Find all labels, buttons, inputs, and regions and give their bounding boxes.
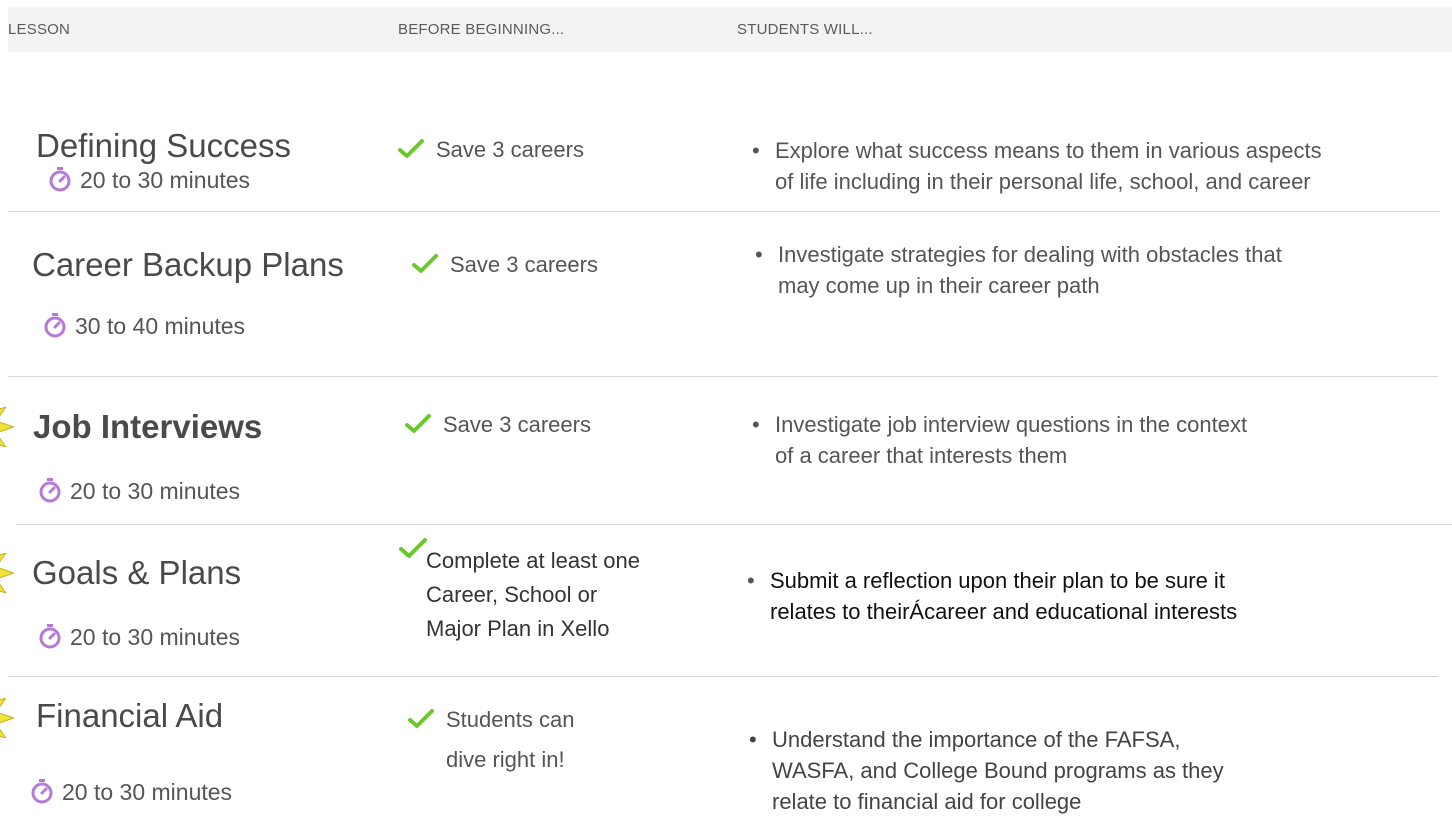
- check-icon: [399, 538, 427, 558]
- outcome: • Explore what success means to them in …: [752, 135, 1322, 197]
- lesson-duration: 20 to 30 minutes: [31, 779, 233, 806]
- outcome-line: relates to theirÁcareer and educational …: [770, 599, 1238, 624]
- stopwatch-icon: [39, 478, 61, 503]
- lesson-title[interactable]: Career Backup Plans: [32, 246, 344, 284]
- star-icon: [0, 698, 14, 738]
- lesson-title[interactable]: Job Interviews: [33, 408, 262, 446]
- prereq: Save 3 careers: [405, 408, 591, 442]
- row-divider: [8, 676, 1438, 677]
- outcome-line: Submit a reflection upon their plan to b…: [770, 568, 1225, 593]
- prereq-line: Complete at least one: [426, 548, 641, 573]
- outcome-line: relate to financial aid for college: [772, 789, 1082, 814]
- stopwatch-icon: [39, 624, 61, 649]
- stopwatch-icon: [44, 313, 66, 338]
- outcome: • Submit a reflection upon their plan to…: [747, 565, 1238, 627]
- outcome: • Investigate job interview questions in…: [752, 409, 1248, 471]
- prereq: Save 3 careers: [412, 248, 598, 282]
- prereq-text: Save 3 careers: [436, 137, 584, 162]
- row-divider: [8, 376, 1438, 377]
- duration-text: 20 to 30 minutes: [80, 167, 251, 193]
- prereq-text: Save 3 careers: [450, 252, 598, 277]
- lesson-title[interactable]: Financial Aid: [36, 697, 223, 735]
- row-divider: [17, 524, 1452, 525]
- prereq: Complete at least one Career, School or …: [426, 544, 640, 646]
- duration-text: 30 to 40 minutes: [75, 313, 246, 339]
- table-header: LESSON BEFORE BEGINNING... STUDENTS WILL…: [8, 7, 1452, 52]
- stopwatch-icon: [49, 167, 71, 192]
- prereq-line: Students can: [446, 707, 575, 732]
- star-icon: [0, 553, 14, 593]
- outcome-line: Investigate strategies for dealing with …: [778, 242, 1282, 267]
- stopwatch-icon: [31, 779, 53, 804]
- lesson-title[interactable]: Goals & Plans: [32, 554, 241, 592]
- outcome-line: may come up in their career path: [778, 273, 1100, 298]
- outcome-line: Understand the importance of the FAFSA,: [772, 727, 1181, 752]
- prereq-line: Major Plan in Xello: [426, 616, 610, 641]
- check-icon: [398, 139, 424, 158]
- bullet-icon: •: [752, 138, 760, 163]
- lesson-duration: 20 to 30 minutes: [39, 624, 241, 651]
- outcome: • Understand the importance of the FAFSA…: [749, 724, 1224, 817]
- outcome-line: Investigate job interview questions in t…: [775, 412, 1248, 437]
- duration-text: 20 to 30 minutes: [62, 779, 233, 805]
- bullet-icon: •: [747, 568, 755, 593]
- bullet-icon: •: [755, 242, 763, 267]
- outcome: • Investigate strategies for dealing wit…: [755, 239, 1282, 301]
- prereq: Students can dive right in!: [408, 700, 575, 780]
- lesson-duration: 30 to 40 minutes: [44, 313, 246, 340]
- bullet-icon: •: [749, 727, 757, 752]
- lesson-duration: 20 to 30 minutes: [39, 478, 241, 505]
- duration-text: 20 to 30 minutes: [70, 624, 241, 650]
- prereq-line: dive right in!: [446, 747, 565, 772]
- check-icon: [408, 709, 434, 728]
- prereq-line: Career, School or: [426, 582, 598, 607]
- star-icon: [0, 407, 14, 447]
- row-divider: [8, 211, 1440, 212]
- outcome-line: of life including in their personal life…: [775, 169, 1311, 194]
- prereq: Save 3 careers: [398, 133, 584, 167]
- header-lesson: LESSON: [8, 21, 71, 38]
- header-students-will: STUDENTS WILL...: [737, 21, 873, 38]
- header-before-beginning: BEFORE BEGINNING...: [398, 21, 565, 38]
- check-icon: [412, 254, 438, 273]
- duration-text: 20 to 30 minutes: [70, 478, 241, 504]
- outcome-line: Explore what success means to them in va…: [775, 138, 1322, 163]
- lesson-duration: 20 to 30 minutes: [49, 167, 251, 194]
- lesson-title[interactable]: Defining Success: [36, 127, 291, 165]
- check-icon: [405, 414, 431, 433]
- outcome-line: of a career that interests them: [775, 443, 1068, 468]
- bullet-icon: •: [752, 412, 760, 437]
- outcome-line: WASFA, and College Bound programs as the…: [772, 758, 1224, 783]
- prereq-text: Save 3 careers: [443, 412, 591, 437]
